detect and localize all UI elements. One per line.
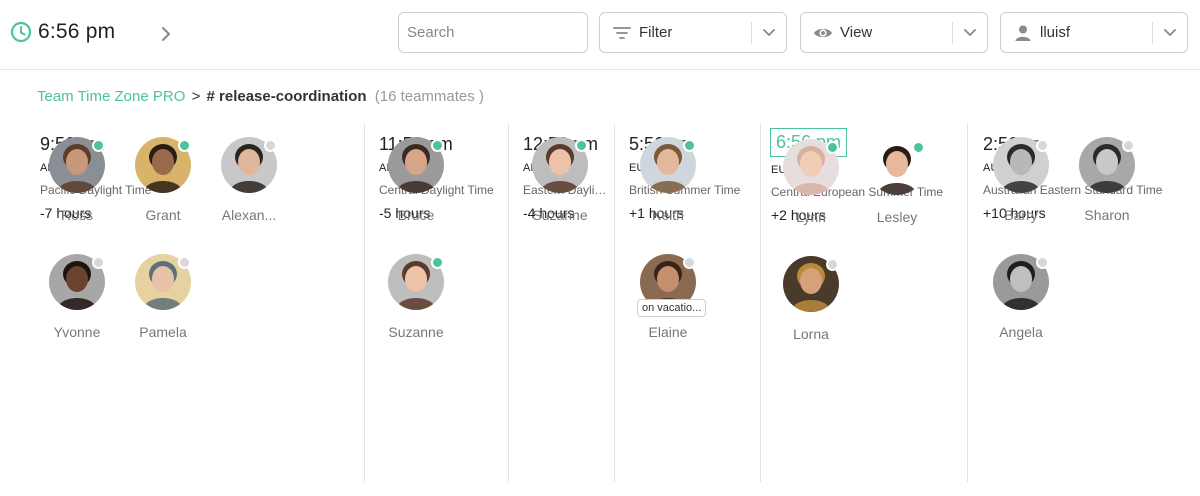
teammate-name: Angela [999, 324, 1043, 340]
teammate-name: Elaine [648, 324, 688, 340]
teammate-count: (16 teammates ) [374, 88, 484, 105]
online-status-dot [575, 139, 588, 152]
teammate[interactable]: Ross [32, 137, 122, 247]
teammate-name: Keith [652, 207, 684, 223]
teammate[interactable]: Pamela [118, 254, 208, 364]
teammate-name: Suzanne [388, 324, 444, 340]
teammate-name: Grant [145, 207, 181, 223]
teammate[interactable]: Barry [976, 137, 1066, 247]
online-status-dot [431, 139, 444, 152]
teammate-name: Bruce [397, 207, 435, 223]
teammate-name: Pamela [139, 324, 187, 340]
filter-dropdown[interactable]: Filter [599, 12, 787, 53]
current-time: 6:56 pm [38, 20, 116, 43]
teammate-name: Lorna [793, 326, 829, 342]
current-time-display: 6:56 pm [10, 20, 115, 44]
teammate[interactable]: Lesley [852, 139, 942, 249]
online-status-dot [826, 141, 839, 154]
timezone-column: 11:56 amAMERICACentral Daylight Time-5 h… [364, 124, 508, 482]
search-box[interactable] [398, 12, 588, 53]
teammate[interactable]: Suzanne [515, 137, 605, 247]
offline-status-dot [92, 256, 105, 269]
online-status-dot [912, 141, 925, 154]
user-dropdown[interactable]: lluisf [1000, 12, 1188, 53]
offline-status-dot [1036, 256, 1049, 269]
teammate[interactable]: Keith [623, 137, 713, 247]
chevron-right-icon[interactable] [158, 24, 174, 44]
teammate[interactable]: Yvonne [32, 254, 122, 364]
teammate-name: Sharon [1084, 207, 1130, 223]
teammate-name: Yvonne [53, 324, 101, 340]
filter-icon [613, 27, 631, 39]
breadcrumb-separator: > [191, 88, 201, 105]
vacation-badge: on vacatio... [637, 299, 707, 317]
view-dropdown[interactable]: View [800, 12, 988, 53]
top-bar: 6:56 pm Filter View lluisf [0, 0, 1200, 70]
teammate[interactable]: Bruce [371, 137, 461, 247]
online-status-dot [178, 139, 191, 152]
divider [751, 22, 752, 44]
online-status-dot [431, 256, 444, 269]
eye-icon [814, 28, 832, 38]
timezone-column: 9:56 amAMERICAPacific Daylight Time-7 ho… [0, 124, 364, 482]
teammate-name: Alexan... [221, 207, 277, 223]
teammate[interactable]: Lorna [766, 256, 856, 366]
teammate-name: Lesley [876, 209, 918, 225]
breadcrumb-channel: # release-coordination [206, 88, 367, 105]
online-status-dot [683, 139, 696, 152]
offline-status-dot [1122, 139, 1135, 152]
timezone-column: 2:56 amAUSTRALIAAustralian Eastern Stand… [967, 124, 1200, 482]
timezone-column: 5:56 pmEUROPEBritish Summer Time+1 hours… [614, 124, 760, 482]
clock-icon [10, 21, 32, 43]
divider [952, 22, 953, 44]
teammate[interactable]: Alexan... [204, 137, 294, 247]
teammate-name: Suzanne [532, 207, 588, 223]
offline-status-dot [178, 256, 191, 269]
search-input[interactable] [407, 24, 577, 41]
chevron-down-icon[interactable] [762, 27, 776, 39]
teammate-name: Lynn [796, 209, 826, 225]
teammate-name: Barry [1004, 207, 1038, 223]
teammate[interactable]: Sharon [1062, 137, 1152, 247]
timezone-column: 6:56 pmEUROPECentral European Summer Tim… [760, 124, 967, 482]
online-status-dot [92, 139, 105, 152]
teammate[interactable]: on vacatio... Elaine [623, 254, 713, 364]
timezone-column: 12:56 pmAMERICAEastern Daylight Time-4 h… [508, 124, 614, 482]
filter-label: Filter [639, 24, 673, 41]
user-icon [1015, 25, 1031, 41]
chevron-down-icon[interactable] [963, 27, 977, 39]
teammate[interactable]: Suzanne [371, 254, 461, 364]
user-label: lluisf [1040, 24, 1071, 41]
offline-status-dot [683, 256, 696, 269]
teammate[interactable]: Grant [118, 137, 208, 247]
offline-status-dot [826, 258, 839, 271]
teammate[interactable]: Angela [976, 254, 1066, 364]
teammate-name: Ross [61, 207, 93, 223]
breadcrumb: Team Time Zone PRO > # release-coordinat… [37, 88, 484, 105]
offline-status-dot [264, 139, 277, 152]
chevron-down-icon[interactable] [1163, 27, 1177, 39]
view-label: View [840, 24, 873, 41]
breadcrumb-app-link[interactable]: Team Time Zone PRO [37, 88, 185, 105]
divider [1152, 22, 1153, 44]
teammate[interactable]: Lynn [766, 139, 856, 249]
offline-status-dot [1036, 139, 1049, 152]
